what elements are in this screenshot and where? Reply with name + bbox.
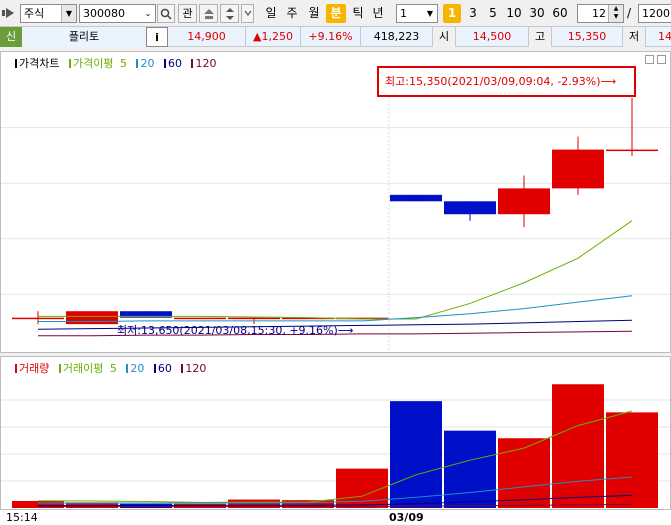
period-week[interactable]: 주 (282, 4, 302, 23)
quote-bar: 신 플리토 i 14,900 ▲1,250 +9.16% 418,223 시 1… (0, 27, 671, 47)
ma20-line (38, 295, 633, 323)
favorite-button[interactable]: 관 (178, 4, 197, 23)
candle-body (12, 317, 64, 320)
period-minute[interactable]: 분 (326, 4, 346, 23)
candle-body (606, 149, 658, 152)
market-select[interactable]: 주식 ▼ (20, 4, 77, 23)
market-select-value: 주식 (24, 7, 45, 20)
interval-30-button[interactable]: 30 (526, 4, 548, 23)
low-price: 14 (658, 30, 671, 43)
candle-body (174, 317, 226, 320)
stepper-button[interactable] (220, 4, 239, 23)
chevron-down-icon: ▼ (423, 5, 437, 22)
volume-bar (606, 412, 658, 508)
candle-body (66, 311, 118, 325)
search-icon (160, 8, 172, 20)
low-label: 저 (622, 27, 646, 47)
price-change: ▲1,250 (245, 27, 300, 47)
search-button[interactable] (157, 4, 175, 23)
interval-5-button[interactable]: 5 (484, 4, 502, 23)
high-label: 고 (528, 27, 552, 47)
volume-plot (1, 384, 670, 508)
toolbar: 주식 ▼ 300080 ⌄ 관 일 주 월 분 틱 년 1 ▼ 1 3 5 10… (0, 0, 671, 27)
info-button[interactable]: i (146, 27, 168, 47)
arrow-icon[interactable] (2, 7, 16, 19)
volume-bar (552, 384, 604, 508)
scroll-button[interactable] (241, 4, 254, 23)
period-year[interactable]: 년 (368, 4, 388, 23)
ma5-line (38, 220, 633, 320)
up-down-icon (225, 8, 234, 20)
stock-code-value: 300080 (83, 7, 125, 20)
x-axis-date-label: 03/09 (389, 511, 424, 524)
candle-body (444, 201, 496, 215)
volume-chart-pane[interactable]: 거래량 거래이평 5 20 60 120 (0, 356, 671, 510)
candle-body (552, 149, 604, 189)
stock-name: 플리토 (22, 27, 146, 47)
high-price: 15,350 (567, 30, 607, 43)
open-price: 14,500 (472, 30, 512, 43)
link-icon (203, 9, 214, 19)
view-count-input[interactable]: 12 ▲ ▼ (577, 4, 624, 23)
price-change-pct: +9.16% (300, 27, 360, 47)
volume-bar (498, 438, 550, 508)
view-count-value: 12 (592, 7, 606, 20)
count-separator: / (627, 6, 632, 20)
period-tick[interactable]: 틱 (348, 4, 368, 23)
volume-bar (444, 430, 496, 508)
low-annotation: 최저:13,650(2021/03/08,15:30, +9.16%)⟶ (117, 324, 354, 337)
interval-select[interactable]: 1 ▼ (396, 4, 438, 23)
chevron-down-icon: ▼ (61, 5, 76, 22)
interval-60-button[interactable]: 60 (549, 4, 571, 23)
x-axis: 15:14 03/09 (0, 509, 671, 525)
interval-10-button[interactable]: 10 (503, 4, 525, 23)
volume-bar (390, 401, 442, 508)
high-annotation: 최고:15,350(2021/03/09,09:04, -2.93%)⟶ (377, 66, 636, 97)
candle-body (498, 188, 550, 215)
link-button[interactable] (199, 4, 218, 23)
open-label: 시 (432, 27, 456, 47)
volume-bar (120, 503, 172, 508)
chevron-down-icon: ⌄ (141, 5, 155, 22)
interval-1-button[interactable]: 1 (443, 4, 461, 23)
x-axis-start-time: 15:14 (6, 511, 38, 524)
candle-body (228, 317, 280, 320)
total-count-input[interactable]: 1200 (638, 4, 671, 23)
total-count-value: 1200 (642, 7, 670, 20)
interval-value: 1 (400, 7, 407, 20)
period-day[interactable]: 일 (261, 4, 281, 23)
period-month[interactable]: 월 (304, 4, 324, 23)
stock-code-input[interactable]: 300080 ⌄ (79, 4, 156, 23)
candle-body (390, 194, 442, 202)
interval-3-button[interactable]: 3 (464, 4, 482, 23)
trade-volume: 418,223 (360, 27, 432, 47)
spin-icon[interactable]: ▲ ▼ (608, 5, 623, 22)
chevron-down-icon (244, 10, 251, 16)
price-plot (1, 72, 670, 350)
credit-badge: 신 (0, 27, 22, 47)
volume-bar (174, 503, 226, 508)
current-price: 14,900 (187, 30, 226, 43)
